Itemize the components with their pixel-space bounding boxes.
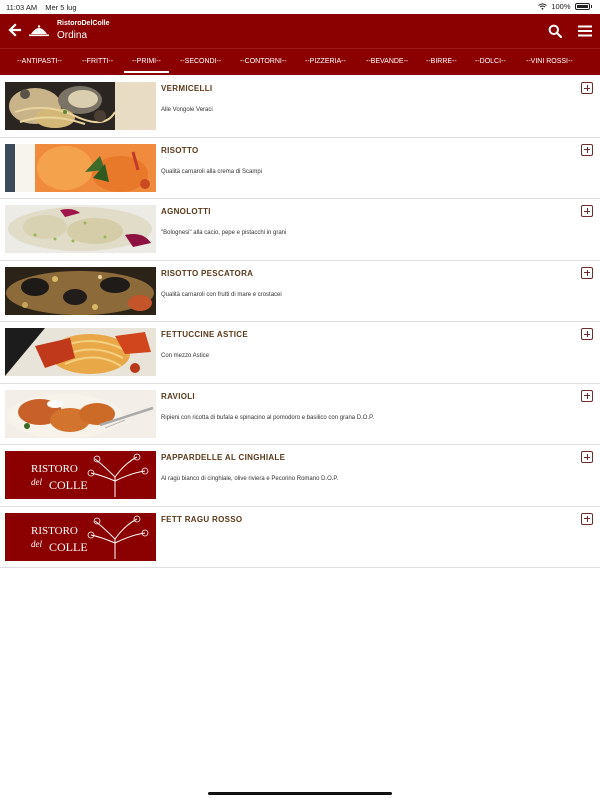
add-item-button[interactable]	[581, 143, 593, 156]
add-item-button[interactable]	[581, 82, 593, 94]
item-description: "Bolognesi" alla cacio, pepe e pistacchi…	[161, 230, 287, 236]
dish-photo	[5, 266, 156, 315]
item-name: FETTUCCINE ASTICE	[161, 330, 249, 339]
search-icon[interactable]	[548, 24, 562, 38]
item-description: Ripieni con ricotta di bufala e spinacin…	[161, 414, 375, 421]
ristoro-logo-image: RISTORO del COLLE	[5, 451, 156, 499]
item-description: Qualità carnaroli alla crema di Scampi	[161, 168, 263, 175]
tab-antipasti[interactable]: --ANTIPASTI--	[17, 58, 62, 65]
battery-icon	[574, 3, 590, 10]
battery-percent: 100%	[551, 2, 571, 11]
tab-pizzeria[interactable]: --PIZZERIA--	[305, 58, 346, 65]
menu-item-ravioli[interactable]: RAVIOLI Ripieni con ricotta di bufala e …	[0, 383, 600, 445]
tab-fritti[interactable]: --FRITTI--	[82, 58, 113, 65]
brand-title: RistoroDelColle	[57, 20, 110, 27]
svg-text:del: del	[31, 539, 42, 549]
menu-item-agnolotti[interactable]: AGNOLOTTI "Bolognesi" alla cacio, pepe e…	[0, 199, 600, 261]
item-description: Al ragù bianco di cinghiale, olive rivie…	[161, 476, 339, 482]
home-indicator[interactable]	[208, 792, 392, 795]
svg-text:COLLE: COLLE	[49, 478, 88, 492]
menu-list: VERMICELLI Alle Vongole Veraci RISOTTO Q…	[0, 76, 600, 568]
menu-item-pappardelle-al-cinghiale[interactable]: RISTORO del COLLE PAPPARDELLE AL CINGHIA…	[0, 445, 600, 507]
dish-photo	[5, 328, 156, 376]
status-bar: 11:03 AM Mer 5 lug 100%	[0, 0, 600, 14]
dish-photo	[5, 389, 156, 438]
tab-bevande[interactable]: --BEVANDE--	[366, 58, 408, 65]
item-description: Qualità carnaroli con frutti di mare e c…	[161, 291, 282, 298]
add-item-button[interactable]	[581, 205, 593, 217]
tab-birre[interactable]: --BIRRE--	[426, 58, 457, 65]
tab-contorni[interactable]: --CONTORNI--	[240, 58, 287, 65]
dish-photo	[5, 205, 156, 253]
item-name: RAVIOLI	[161, 391, 195, 401]
tab-vini-rossi[interactable]: --VINI ROSSI--	[526, 58, 573, 65]
add-item-button[interactable]	[581, 389, 593, 402]
menu-item-risotto[interactable]: RISOTTO Qualità carnaroli alla crema di …	[0, 137, 600, 199]
menu-item-risotto-pescatora[interactable]: RISOTTO PESCATORA Qualità carnaroli con …	[0, 260, 600, 322]
category-tabs: --ANTIPASTI-- --FRITTI-- --PRIMI-- --SEC…	[0, 48, 600, 75]
item-name: RISOTTO PESCATORA	[161, 268, 254, 278]
back-arrow-icon[interactable]	[8, 22, 22, 38]
item-name: FETT RAGU ROSSO	[161, 514, 243, 524]
item-description: Alle Vongole Veraci	[161, 107, 213, 113]
svg-text:RISTORO: RISTORO	[31, 525, 78, 537]
add-item-button[interactable]	[581, 451, 593, 463]
page-title: Ordina	[57, 30, 88, 41]
item-name: AGNOLOTTI	[161, 207, 211, 216]
status-time: 11:03 AM	[6, 3, 38, 12]
svg-text:COLLE: COLLE	[49, 540, 88, 554]
item-description: Con mezzo Astice	[161, 353, 210, 359]
item-name: RISOTTO	[161, 145, 199, 155]
tab-dolci[interactable]: --DOLCI--	[475, 58, 506, 65]
item-name: PAPPARDELLE AL CINGHIALE	[161, 453, 286, 462]
tab-primi[interactable]: --PRIMI--	[124, 58, 169, 73]
tab-secondi[interactable]: --SECONDI--	[180, 58, 221, 65]
item-name: VERMICELLI	[161, 84, 213, 93]
dish-photo	[5, 143, 156, 192]
add-item-button[interactable]	[581, 328, 593, 340]
wifi-icon	[538, 3, 548, 10]
status-date: Mer 5 lug	[45, 3, 77, 12]
add-item-button[interactable]	[581, 266, 593, 279]
app-header: RistoroDelColle Ordina	[0, 14, 600, 48]
menu-item-vermicelli[interactable]: VERMICELLI Alle Vongole Veraci	[0, 76, 600, 138]
svg-text:del: del	[31, 477, 42, 487]
hamburger-menu-icon[interactable]	[578, 24, 592, 38]
svg-text:RISTORO: RISTORO	[31, 463, 78, 475]
restaurant-cloche-icon	[29, 25, 49, 37]
menu-item-fettuccine-astice[interactable]: FETTUCCINE ASTICE Con mezzo Astice	[0, 322, 600, 384]
menu-item-fett-ragu-rosso[interactable]: RISTORO del COLLE FETT RAGU ROSSO	[0, 506, 600, 568]
add-item-button[interactable]	[581, 512, 593, 525]
dish-photo	[5, 82, 156, 130]
ristoro-logo-image: RISTORO del COLLE	[5, 512, 156, 561]
